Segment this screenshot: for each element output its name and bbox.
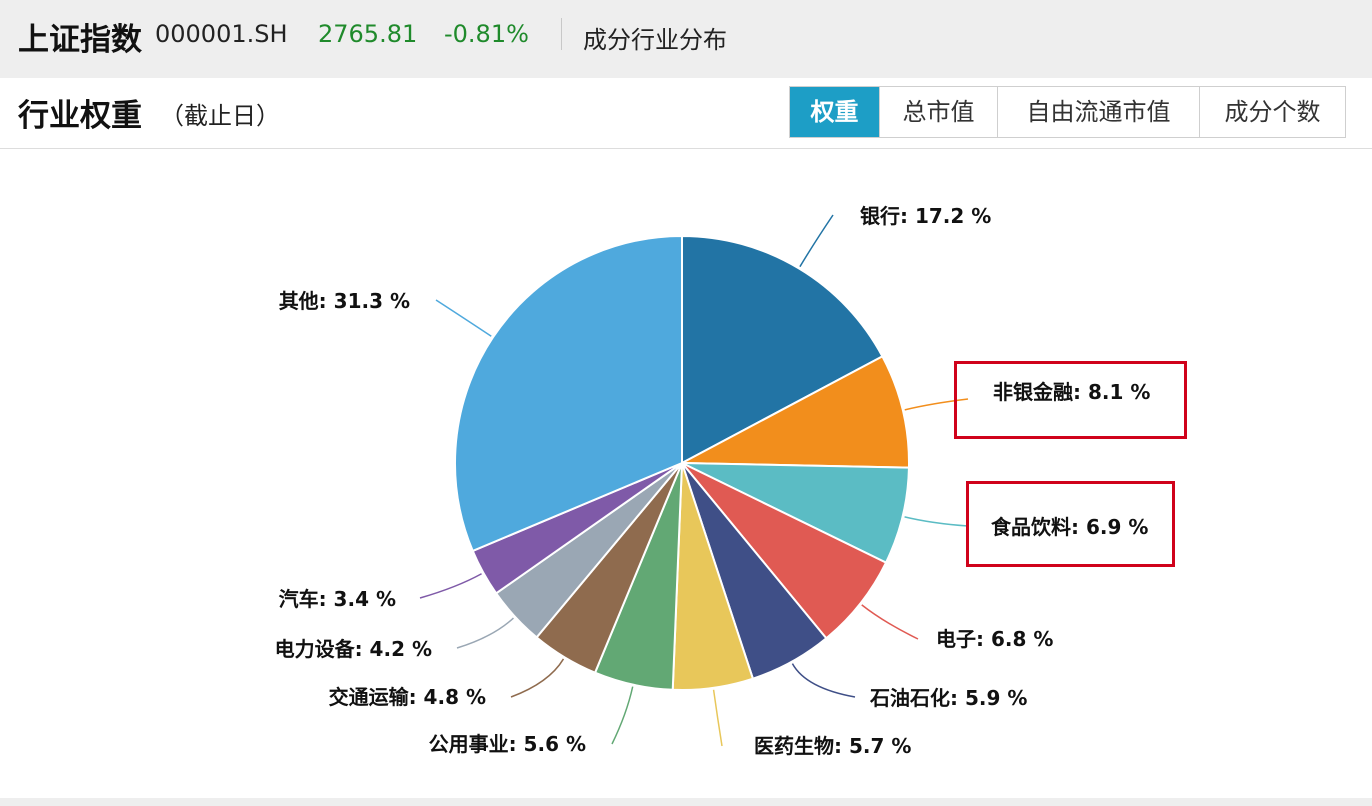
leader-line-2: [904, 516, 969, 527]
leader-line-0: [799, 214, 834, 268]
leader-line-7: [510, 658, 565, 698]
card-title: 行业权重: [18, 98, 142, 134]
leader-line-6: [611, 686, 634, 745]
pie-label-5: 医药生物: 5.7 %: [754, 734, 911, 758]
index-price: 2765.81: [318, 20, 418, 48]
index-name: 上证指数: [18, 22, 142, 58]
pie-label-0: 银行: 17.2 %: [860, 204, 991, 228]
pie-label-8: 电力设备: 4.2 %: [275, 637, 432, 661]
industry-weight-card: 行业权重 （截止日） 权重 总市值 自由流通市值 成分个数 银行: 17.2 %…: [0, 78, 1372, 798]
pie-label-4: 石油石化: 5.9 %: [869, 686, 1027, 710]
highlight-box-non-bank-financials: [954, 361, 1187, 439]
card-header: 行业权重 （截止日） 权重 总市值 自由流通市值 成分个数: [0, 78, 1372, 149]
highlight-box-food-beverage: [966, 481, 1175, 567]
pie-slices: [454, 234, 910, 691]
card-subtitle: （截止日）: [160, 102, 280, 130]
leader-line-10: [435, 299, 492, 337]
leader-line-4: [791, 663, 856, 698]
tab-weight[interactable]: 权重: [790, 87, 879, 137]
index-header-bar: 上证指数 000001.SH 2765.81 -0.81% 成分行业分布: [0, 0, 1372, 70]
metric-tabs: 权重 总市值 自由流通市值 成分个数: [789, 86, 1346, 138]
pie-label-7: 交通运输: 4.8 %: [329, 685, 486, 709]
tab-total-market-cap[interactable]: 总市值: [879, 87, 997, 137]
leader-line-5: [712, 689, 723, 747]
industry-pie-chart: 银行: 17.2 %非银金融: 8.1 %食品饮料: 6.9 %电子: 6.8 …: [275, 204, 1151, 758]
leader-line-8: [456, 617, 514, 649]
index-change: -0.81%: [444, 20, 529, 48]
tab-free-float-market-cap[interactable]: 自由流通市值: [997, 87, 1199, 137]
index-code: 000001.SH: [155, 20, 288, 48]
pie-label-9: 汽车: 3.4 %: [279, 587, 396, 611]
tab-constituent-count[interactable]: 成分个数: [1199, 87, 1345, 137]
page-title[interactable]: 成分行业分布: [583, 20, 727, 55]
leader-line-9: [419, 573, 482, 599]
pie-label-6: 公用事业: 5.6 %: [429, 732, 586, 756]
leader-line-3: [861, 604, 919, 640]
header-divider: [561, 18, 562, 50]
pie-label-3: 电子: 6.8 %: [936, 627, 1053, 651]
pie-label-10: 其他: 31.3 %: [279, 289, 410, 313]
